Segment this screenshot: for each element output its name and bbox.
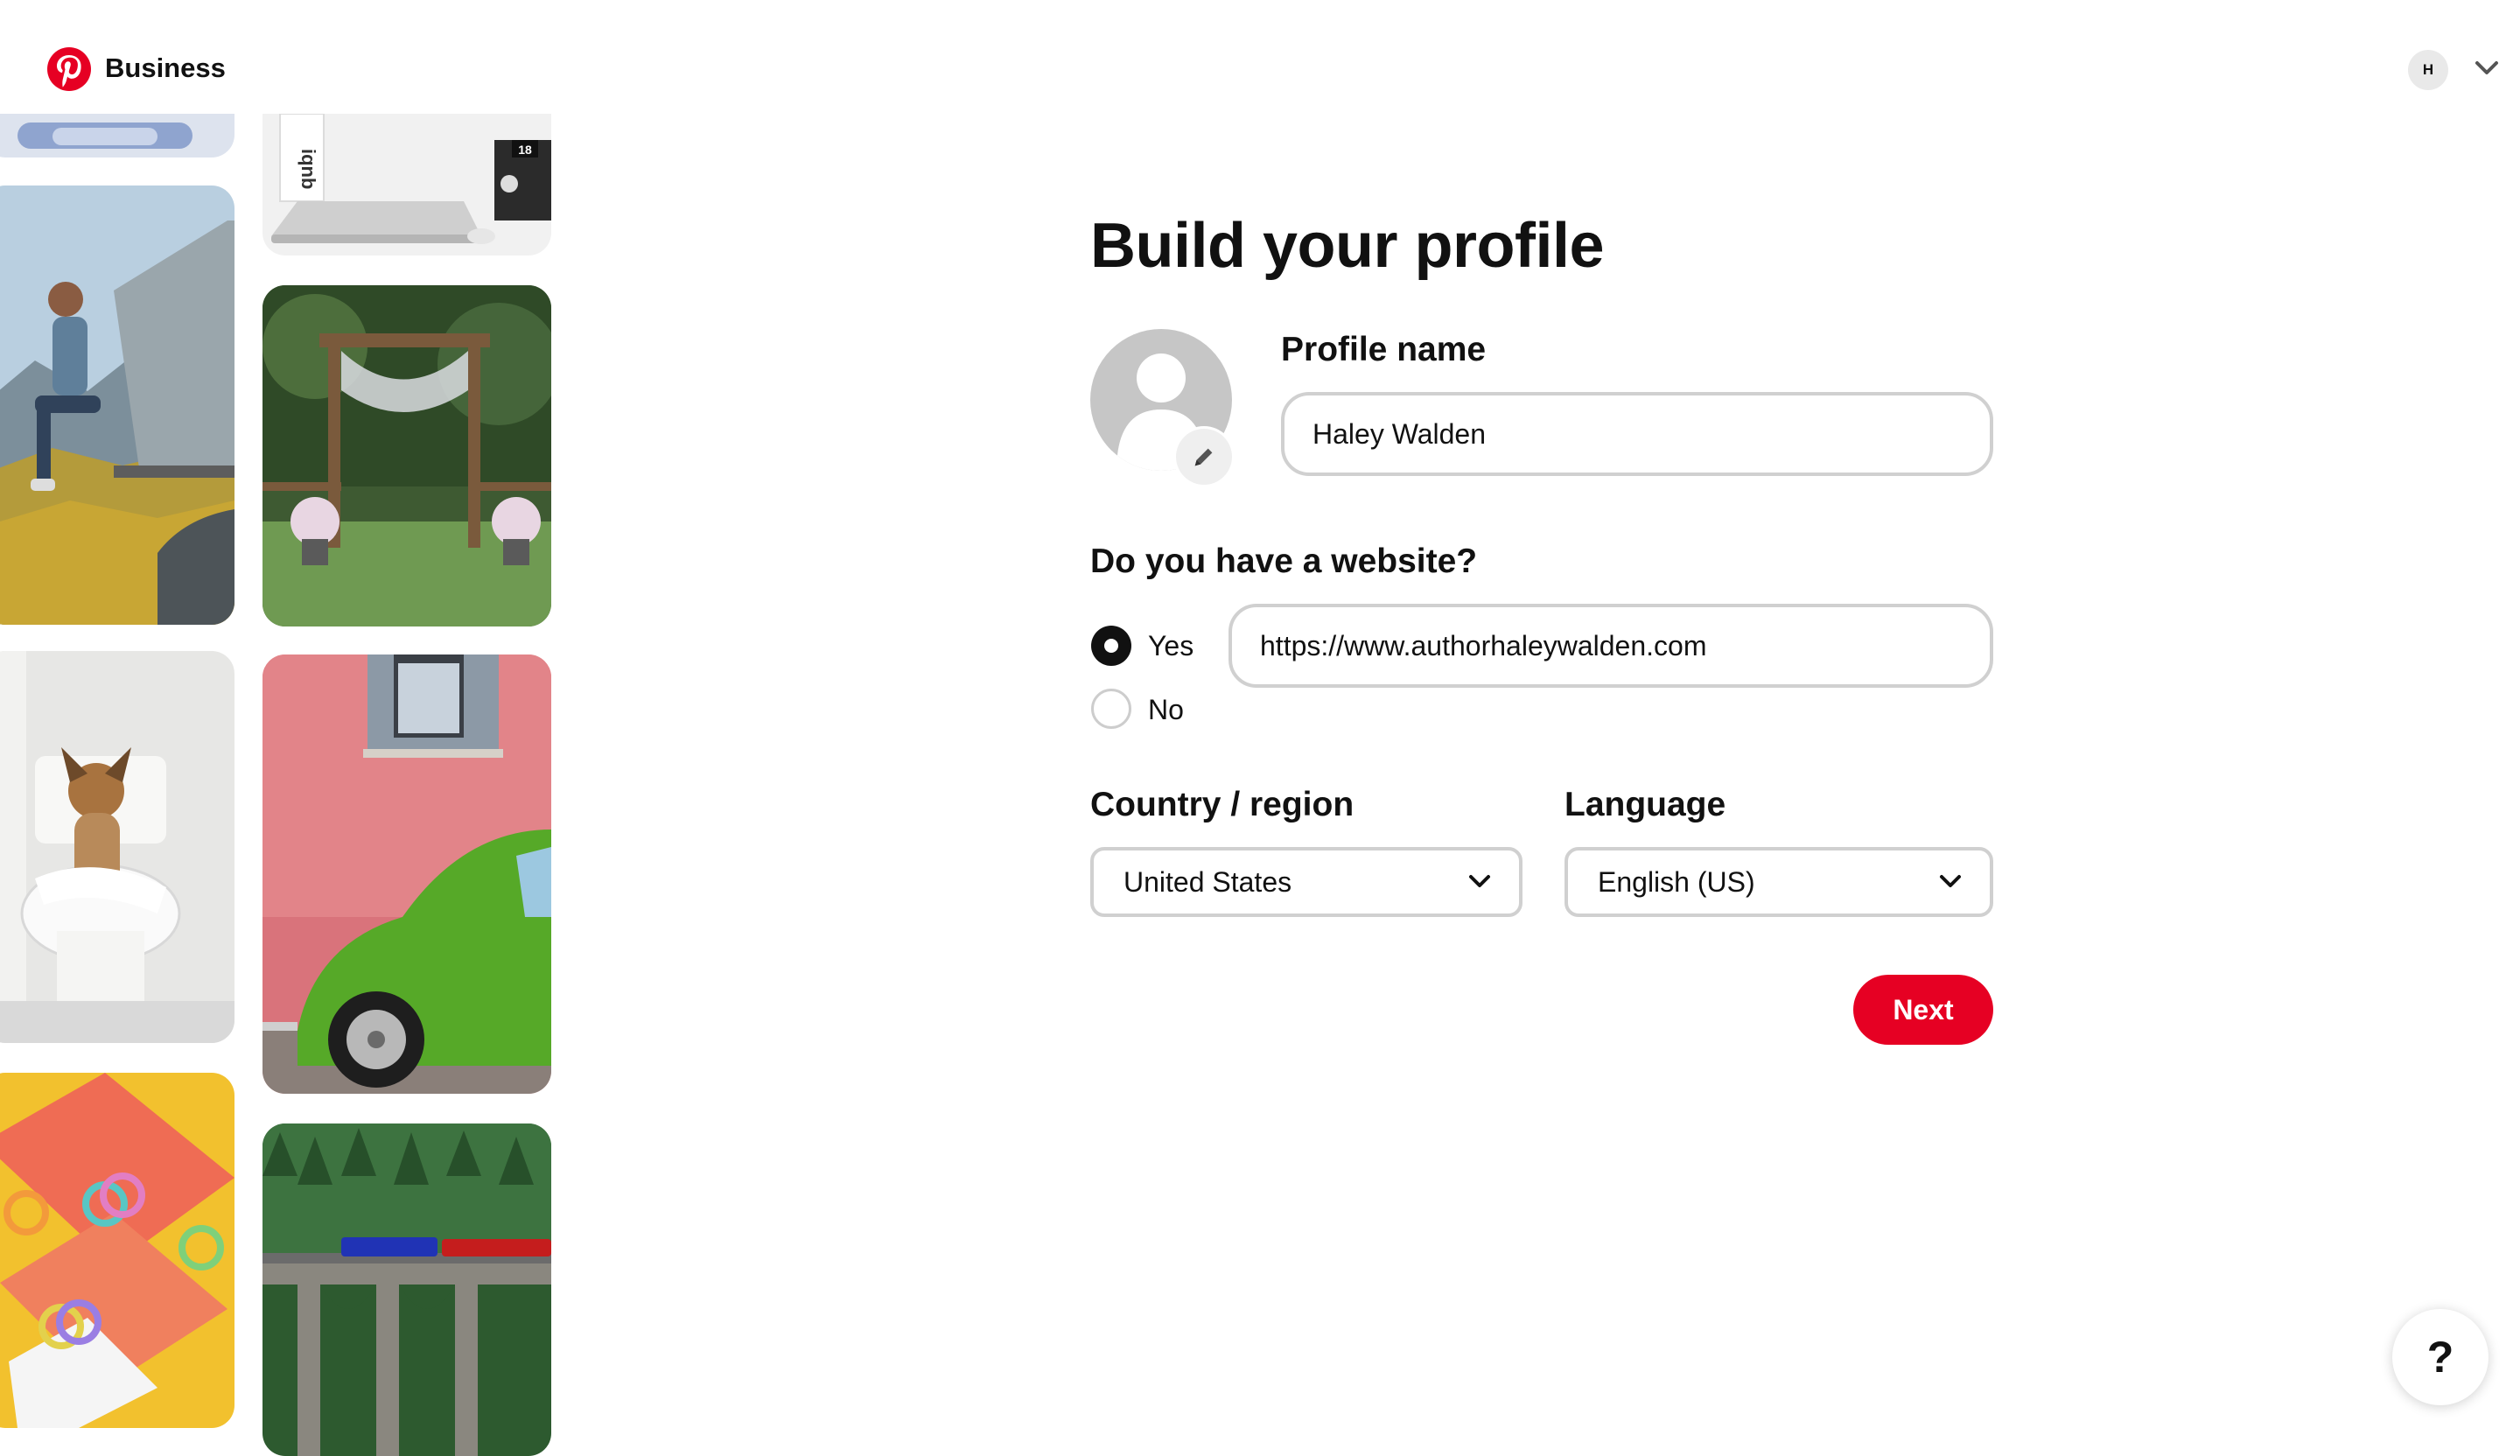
pinterest-logo-icon[interactable]	[47, 47, 91, 91]
collage-image-top-left	[0, 114, 234, 158]
language-label: Language	[1564, 786, 1726, 823]
collage-image-laptop: iqnb 18	[262, 114, 551, 256]
chevron-down-icon	[1940, 875, 1961, 887]
country-region-label: Country / region	[1090, 786, 1354, 823]
country-value: United States	[1124, 865, 1292, 898]
account-avatar[interactable]: H	[2408, 50, 2448, 90]
next-button[interactable]: Next	[1853, 975, 1993, 1045]
profile-name-input[interactable]	[1281, 392, 1993, 476]
chevron-down-icon[interactable]	[2474, 60, 2499, 77]
website-no-label[interactable]: No	[1148, 694, 1184, 726]
country-select[interactable]: United States	[1090, 847, 1522, 917]
collage-image-dog-toilet	[0, 651, 234, 1043]
language-select[interactable]: English (US)	[1564, 847, 1993, 917]
collage-image-man-tent	[0, 186, 234, 625]
website-yes-label[interactable]: Yes	[1148, 630, 1194, 662]
website-no-radio[interactable]	[1091, 689, 1131, 729]
collage-image-green-beetle	[262, 654, 551, 1094]
profile-name-label: Profile name	[1281, 331, 1487, 368]
brand-label: Business	[105, 52, 226, 83]
website-question-label: Do you have a website?	[1090, 542, 1478, 580]
collage-image-wedding-arch	[262, 285, 551, 626]
page-title: Build your profile	[1090, 211, 1605, 281]
website-url-input[interactable]	[1228, 604, 1993, 688]
laptop-box-text: iqnb	[298, 149, 319, 189]
collage-image-slinkies	[0, 1073, 234, 1428]
website-yes-radio[interactable]	[1091, 626, 1131, 666]
chevron-down-icon	[1469, 875, 1490, 887]
edit-photo-button[interactable]	[1176, 429, 1232, 485]
pencil-icon	[1194, 448, 1213, 466]
collage-image-train-viaduct	[262, 1124, 551, 1456]
laptop-badge: 18	[518, 143, 532, 157]
language-value: English (US)	[1598, 865, 1755, 898]
help-button[interactable]: ?	[2392, 1309, 2488, 1405]
